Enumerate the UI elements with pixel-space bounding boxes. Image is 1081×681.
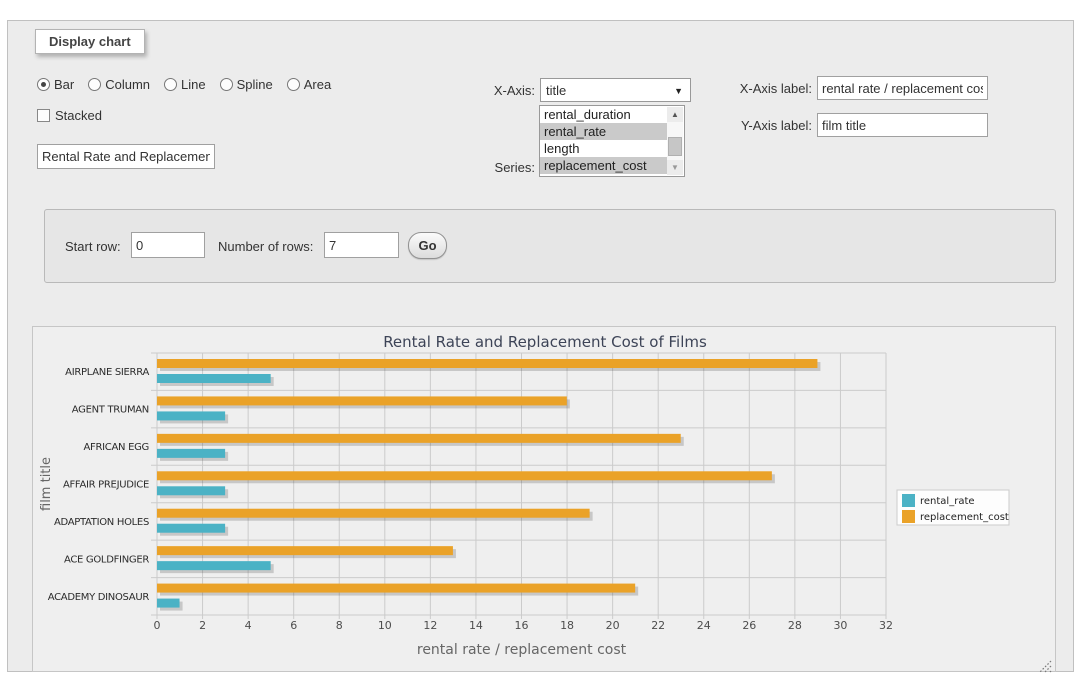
stacked-checkbox-row[interactable]: Stacked [37, 108, 102, 123]
bar-rental_rate [157, 561, 271, 570]
x-tick-label: 30 [833, 619, 847, 632]
radio-line[interactable]: Line [164, 77, 206, 92]
start-row-input[interactable] [131, 232, 205, 258]
category-label: ACE GOLDFINGER [64, 554, 149, 565]
resize-handle-icon[interactable] [1040, 661, 1051, 672]
category-label: ADAPTATION HOLES [54, 517, 149, 528]
radio-column-icon[interactable] [88, 78, 101, 91]
x-tick-label: 32 [879, 619, 893, 632]
chart-type-radio-row: Bar Column Line Spline Area [37, 77, 339, 92]
x-tick-label: 6 [290, 619, 297, 632]
bar-replacement_cost [157, 546, 453, 555]
x-axis-select-value: title [546, 83, 566, 98]
x-axis-title: rental rate / replacement cost [417, 642, 627, 658]
category-label: ACADEMY DINOSAUR [48, 592, 150, 603]
bar-rental_rate [157, 411, 225, 420]
x-tick-label: 22 [651, 619, 665, 632]
bar-replacement_cost [157, 396, 567, 405]
x-tick-label: 24 [697, 619, 711, 632]
radio-spline-icon[interactable] [220, 78, 233, 91]
chart-title-input[interactable] [37, 144, 215, 169]
scrollbar-thumb[interactable] [668, 137, 682, 156]
legend-label: replacement_cost [920, 512, 1009, 523]
x-tick-label: 12 [423, 619, 437, 632]
x-tick-label: 14 [469, 619, 483, 632]
scroll-up-icon[interactable]: ▲ [667, 107, 683, 122]
series-option-rental-duration[interactable]: rental_duration [540, 106, 667, 123]
bar-replacement_cost [157, 471, 772, 480]
y-axis-title: film title [39, 457, 54, 511]
radio-bar[interactable]: Bar [37, 77, 74, 92]
category-label: AGENT TRUMAN [72, 405, 149, 416]
x-axis-label-input[interactable] [817, 76, 988, 100]
chart-bars [157, 359, 820, 611]
series-select-label: Series: [460, 160, 535, 175]
bar-rental_rate [157, 486, 225, 495]
radio-bar-label: Bar [54, 77, 74, 92]
stacked-label: Stacked [55, 108, 102, 123]
bar-rental_rate [157, 374, 271, 383]
x-tick-label: 4 [245, 619, 252, 632]
x-tick-label: 0 [154, 619, 161, 632]
x-tick-label: 18 [560, 619, 574, 632]
bar-rental_rate [157, 524, 225, 533]
bar-rental_rate [157, 449, 225, 458]
x-axis-select-label: X-Axis: [460, 83, 535, 98]
radio-line-icon[interactable] [164, 78, 177, 91]
bar-chart: AIRPLANE SIERRA AGENT TRUMAN AFRICAN EGG AF… [33, 327, 1057, 673]
chart-container: AIRPLANE SIERRA AGENT TRUMAN AFRICAN EGG AF… [32, 326, 1056, 672]
x-tick-label: 8 [336, 619, 343, 632]
legend-swatch-rental_rate [902, 494, 915, 507]
radio-bar-icon[interactable] [37, 78, 50, 91]
bar-replacement_cost [157, 434, 681, 443]
radio-column[interactable]: Column [88, 77, 150, 92]
bar-replacement_cost [157, 359, 817, 368]
x-tick-label: 20 [606, 619, 620, 632]
radio-spline-label: Spline [237, 77, 273, 92]
legend-label: rental_rate [920, 496, 975, 507]
chart-legend: rental_rate replacement_cost [897, 490, 1009, 525]
x-tick-label: 16 [515, 619, 529, 632]
legend-item-rental_rate[interactable]: rental_rate [902, 494, 975, 507]
y-axis-label-input[interactable] [817, 113, 988, 137]
radio-area-label: Area [304, 77, 331, 92]
category-label: AIRPLANE SIERRA [65, 367, 149, 378]
x-axis-label-field-label: X-Axis label: [720, 81, 812, 96]
svg-text:film title: film title [39, 457, 54, 511]
y-axis-label-field-label: Y-Axis label: [720, 118, 812, 133]
number-of-rows-label: Number of rows: [218, 239, 313, 254]
radio-spline[interactable]: Spline [220, 77, 273, 92]
series-scrollbar[interactable]: ▲ ▼ [667, 107, 683, 175]
x-axis-select[interactable]: title ▼ [540, 78, 691, 102]
series-multiselect[interactable]: rental_duration rental_rate length repla… [539, 105, 685, 177]
start-row-label: Start row: [65, 239, 121, 254]
series-option-length[interactable]: length [540, 140, 667, 157]
scroll-down-icon[interactable]: ▼ [667, 160, 683, 175]
go-button[interactable]: Go [408, 232, 447, 259]
fieldset-legend: Display chart [35, 29, 145, 54]
number-of-rows-input[interactable] [324, 232, 399, 258]
series-option-rental-rate[interactable]: rental_rate [540, 123, 667, 140]
bar-replacement_cost [157, 509, 590, 518]
radio-line-label: Line [181, 77, 206, 92]
chart-title: Rental Rate and Replacement Cost of Film… [383, 333, 707, 351]
x-tick-label: 28 [788, 619, 802, 632]
radio-column-label: Column [105, 77, 150, 92]
bar-rental_rate [157, 599, 180, 608]
category-label: AFRICAN EGG [84, 442, 150, 453]
display-chart-fieldset: Display chart Bar Column Line Spline Are… [7, 20, 1074, 672]
x-tick-label: 10 [378, 619, 392, 632]
radio-area[interactable]: Area [287, 77, 331, 92]
series-option-replacement-cost[interactable]: replacement_cost [540, 157, 667, 174]
chart-grid [151, 353, 886, 619]
chevron-down-icon: ▼ [674, 86, 683, 96]
bar-replacement_cost [157, 584, 635, 593]
stacked-checkbox[interactable] [37, 109, 50, 122]
radio-area-icon[interactable] [287, 78, 300, 91]
category-label: AFFAIR PREJUDICE [63, 480, 149, 491]
x-tick-label: 26 [742, 619, 756, 632]
legend-swatch-replacement_cost [902, 510, 915, 523]
x-tick-label: 2 [199, 619, 206, 632]
